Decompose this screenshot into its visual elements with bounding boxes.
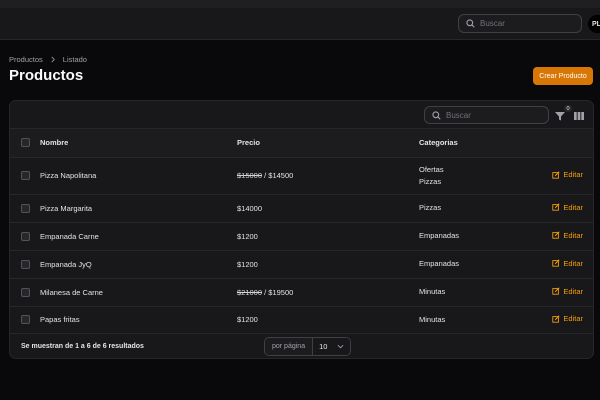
current-price: $19500 xyxy=(268,287,294,297)
edit-button[interactable]: Editar xyxy=(552,170,583,179)
window-top-strip xyxy=(0,0,600,8)
current-price: $14500 xyxy=(268,171,294,180)
product-categories: Ofertas Pizzas xyxy=(419,157,519,195)
old-price: $21000 xyxy=(237,287,263,297)
edit-button[interactable]: Editar xyxy=(552,203,583,212)
search-icon xyxy=(466,19,475,28)
product-price: $1200 xyxy=(237,306,419,334)
row-checkbox[interactable] xyxy=(21,259,30,269)
create-product-button[interactable]: Crear Producto xyxy=(533,67,593,85)
global-search[interactable] xyxy=(458,14,582,33)
filter-count-badge: 0 xyxy=(564,105,572,112)
row-checkbox[interactable] xyxy=(21,287,30,297)
product-price: $1200 xyxy=(237,250,419,279)
row-checkbox[interactable] xyxy=(21,315,30,324)
category-tag: Minutas xyxy=(419,314,446,324)
product-price: $14000 xyxy=(237,194,419,223)
category-tag: Minutas xyxy=(419,287,446,296)
table-search[interactable] xyxy=(424,106,549,124)
table-row: Empanada JyQ $1200 Empanadas Editar xyxy=(10,250,593,279)
per-page-control[interactable]: por página 10 xyxy=(264,337,352,356)
edit-icon xyxy=(552,259,560,267)
breadcrumb-item-productos[interactable]: Productos xyxy=(9,55,43,64)
edit-button[interactable]: Editar xyxy=(552,231,583,240)
edit-button[interactable]: Editar xyxy=(552,287,583,296)
results-summary: Se muestran de 1 a 6 de 6 resultados xyxy=(21,342,144,350)
product-categories: Minutas xyxy=(419,306,519,334)
breadcrumb: Productos Listado xyxy=(9,55,87,64)
global-search-input[interactable] xyxy=(480,19,570,28)
chevron-down-icon xyxy=(338,344,344,349)
per-page-value: 10 xyxy=(319,342,328,351)
product-categories: Pizzas xyxy=(419,194,519,223)
row-checkbox[interactable] xyxy=(21,231,30,241)
edit-label: Editar xyxy=(563,286,583,296)
product-name: Empanada JyQ xyxy=(40,250,237,279)
chevron-right-icon xyxy=(51,56,55,63)
table-row: Pizza Margarita $14000 Pizzas Editar xyxy=(10,194,593,223)
page-title: Productos xyxy=(9,67,84,84)
current-price: $1200 xyxy=(237,259,258,269)
products-table-card: 0 Nombre Precio Categorias Pizza Napolit… xyxy=(9,100,594,359)
table-header-row: Nombre Precio Categorias xyxy=(10,129,593,158)
category-tag: Ofertas xyxy=(419,164,444,174)
edit-icon xyxy=(552,203,560,211)
top-bar: PL xyxy=(0,8,600,40)
product-price: $21000 / $19500 xyxy=(237,278,419,307)
edit-button[interactable]: Editar xyxy=(552,259,583,268)
edit-label: Editar xyxy=(563,202,583,212)
product-price: $15000 / $14500 xyxy=(237,157,419,195)
table-search-input[interactable] xyxy=(446,110,536,120)
edit-label: Editar xyxy=(563,170,583,180)
category-tag: Empanadas xyxy=(419,259,460,268)
product-name: Papas fritas xyxy=(40,306,237,334)
column-header-nombre[interactable]: Nombre xyxy=(40,129,237,158)
table-body: Pizza Napolitana $15000 / $14500 Ofertas Pi… xyxy=(10,157,593,334)
edit-label: Editar xyxy=(563,314,583,324)
columns-icon[interactable] xyxy=(573,110,585,122)
product-price: $1200 xyxy=(237,222,419,251)
edit-icon xyxy=(552,315,560,323)
category-tag: Empanadas xyxy=(419,231,460,240)
search-icon xyxy=(432,110,441,120)
product-name: Empanada Carne xyxy=(40,222,237,251)
breadcrumb-item-listado: Listado xyxy=(62,55,87,64)
filter-icon[interactable] xyxy=(554,110,566,122)
per-page-select[interactable]: 10 xyxy=(313,338,351,355)
table-row: Empanada Carne $1200 Empanadas Editar xyxy=(10,222,593,251)
product-categories: Empanadas xyxy=(419,222,519,251)
products-table: Nombre Precio Categorias Pizza Napolitan… xyxy=(10,129,593,334)
row-checkbox[interactable] xyxy=(21,171,30,180)
edit-icon xyxy=(552,231,560,239)
edit-icon xyxy=(552,171,560,179)
select-all-checkbox[interactable] xyxy=(21,138,30,148)
table-footer: Se muestran de 1 a 6 de 6 resultados por… xyxy=(10,332,593,358)
product-name: Pizza Napolitana xyxy=(40,157,237,195)
product-categories: Minutas xyxy=(419,278,519,307)
old-price: $15000 xyxy=(237,171,263,180)
column-header-categorias[interactable]: Categorias xyxy=(419,129,519,158)
product-name: Pizza Margarita xyxy=(40,194,237,223)
column-header-precio[interactable]: Precio xyxy=(237,129,419,158)
table-row: Papas fritas $1200 Minutas Editar xyxy=(10,306,593,334)
category-tag: Pizzas xyxy=(419,176,442,186)
table-row: Milanesa de Carne $21000 / $19500 Minutas E… xyxy=(10,278,593,307)
edit-icon xyxy=(552,287,560,295)
per-page-label: por página xyxy=(265,338,314,355)
table-row: Pizza Napolitana $15000 / $14500 Ofertas Pi… xyxy=(10,157,593,195)
table-toolbar: 0 xyxy=(10,101,593,129)
current-price: $14000 xyxy=(237,203,263,213)
category-tag: Pizzas xyxy=(419,203,442,212)
edit-label: Editar xyxy=(563,230,583,240)
product-categories: Empanadas xyxy=(419,250,519,279)
row-checkbox[interactable] xyxy=(21,203,30,213)
edit-button[interactable]: Editar xyxy=(552,314,583,323)
current-price: $1200 xyxy=(237,231,258,241)
edit-label: Editar xyxy=(563,258,583,268)
user-avatar[interactable]: PL xyxy=(588,15,600,33)
product-name: Milanesa de Carne xyxy=(40,278,237,307)
current-price: $1200 xyxy=(237,315,258,324)
